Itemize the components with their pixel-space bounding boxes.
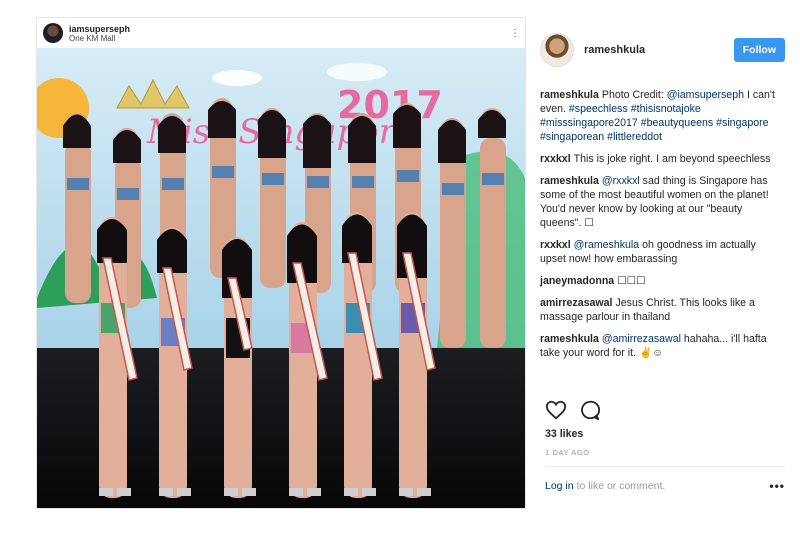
comment-user[interactable]: rameshkula — [540, 89, 599, 101]
post-image-card: iamsuperseph One KM Mall ⋮ Miss 2017 — [36, 17, 526, 509]
photo-username[interactable]: iamsuperseph — [69, 24, 130, 34]
tag-link[interactable]: #singaporean — [540, 131, 604, 143]
tag-link[interactable]: #speechless — [569, 103, 628, 115]
comment-item: rxxkxl This is joke right. I am beyond sp… — [540, 152, 780, 166]
comments-list: rameshkula Photo Credit: @iamsuperseph I … — [540, 88, 780, 360]
comment-text: This is joke right. I am beyond speechle… — [573, 153, 771, 165]
photo-user-block: iamsuperseph One KM Mall — [69, 24, 130, 43]
tag-link[interactable]: @iamsuperseph — [667, 89, 744, 101]
photo-illustration: Miss Singapore 2017 — [37, 48, 525, 508]
tag-link[interactable]: @rxxkxl — [602, 175, 640, 187]
more-options-button[interactable]: ••• — [769, 479, 785, 493]
comment-item: rxxkxl @rameshkula oh goodness im actuall… — [540, 238, 780, 266]
tag-link[interactable]: #misssingapore2017 — [540, 117, 638, 129]
author-username[interactable]: rameshkula — [584, 44, 645, 56]
photo-header: iamsuperseph One KM Mall ⋮ — [37, 18, 525, 48]
comment-user[interactable]: rxxkxl — [540, 153, 571, 165]
author-avatar[interactable] — [540, 33, 574, 67]
heart-icon[interactable] — [545, 399, 567, 421]
comment-user[interactable]: janeymadonna — [540, 275, 614, 287]
post-time[interactable]: 1 DAY AGO — [545, 448, 590, 457]
comment-item: janeymadonna ☐☐☐ — [540, 274, 780, 288]
divider — [545, 466, 785, 467]
post-actions — [545, 399, 601, 421]
login-link[interactable]: Log in — [545, 480, 574, 492]
tag-link[interactable]: #singapore — [716, 117, 768, 129]
comment-text: @rameshkula oh goodness im actually upse… — [540, 239, 756, 265]
tag-link[interactable]: @rameshkula — [574, 239, 640, 251]
comment-user[interactable]: rxxkxl — [540, 239, 571, 251]
tag-link[interactable]: #thisisnotajoke — [631, 103, 701, 115]
login-row: Log in to like or comment. ••• — [545, 479, 785, 493]
comment-user[interactable]: amirrezasawal — [540, 297, 612, 309]
tag-link[interactable]: @amirrezasawal — [602, 333, 681, 345]
comment-icon[interactable] — [579, 399, 601, 421]
tag-link[interactable]: #beautyqueens — [641, 117, 713, 129]
comment-item: rameshkula @rxxkxl sad thing is Singapore… — [540, 174, 780, 230]
tag-link[interactable]: #littlereddot — [607, 131, 662, 143]
post-header: rameshkula Follow — [540, 30, 785, 70]
comment-item: amirrezasawal Jesus Christ. This looks li… — [540, 296, 780, 324]
comment-item: rameshkula Photo Credit: @iamsuperseph I … — [540, 88, 780, 144]
post-photo[interactable]: Miss Singapore 2017 — [37, 48, 525, 508]
login-prompt-text: to like or comment. — [576, 480, 666, 492]
comment-user[interactable]: rameshkula — [540, 333, 599, 345]
more-options-icon[interactable]: ⋮ — [510, 28, 520, 39]
post-sidebar: rameshkula Follow rameshkula Photo Credit… — [540, 30, 785, 368]
likes-count[interactable]: 33 likes — [545, 428, 583, 440]
comment-item: rameshkula @amirrezasawal hahaha... i'll … — [540, 332, 780, 360]
follow-button[interactable]: Follow — [733, 38, 785, 62]
comment-user[interactable]: rameshkula — [540, 175, 599, 187]
comment-text: ☐☐☐ — [617, 275, 646, 287]
photo-location[interactable]: One KM Mall — [69, 34, 130, 43]
photo-avatar[interactable] — [43, 23, 63, 43]
